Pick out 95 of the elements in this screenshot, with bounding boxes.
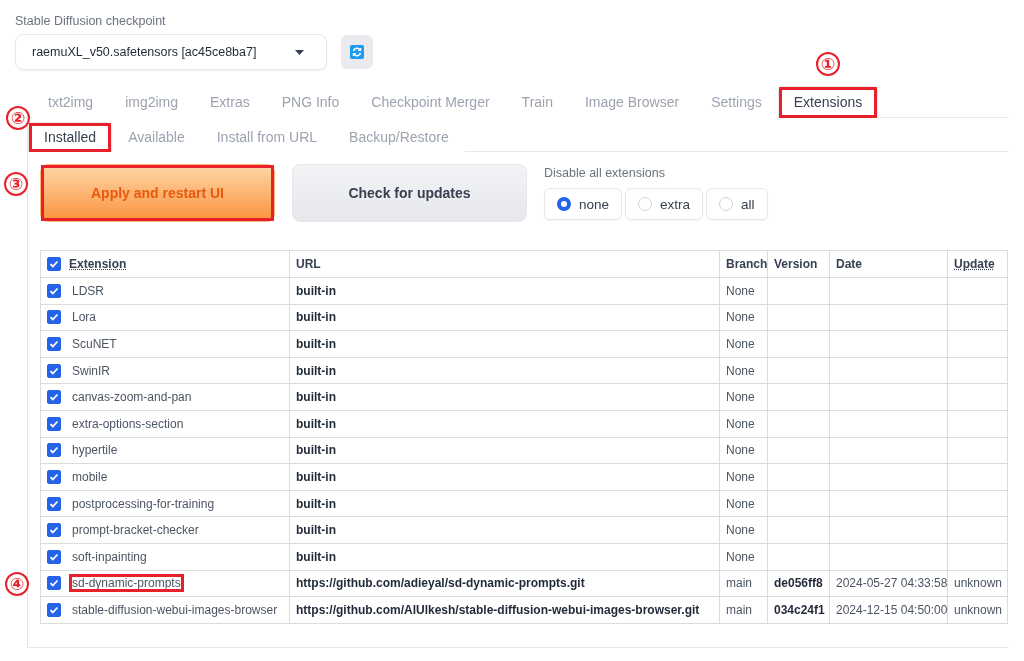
table-cell: main <box>726 602 752 617</box>
checkbox[interactable] <box>47 363 61 378</box>
table-cell: https://github.com/adieyal/sd-dynamic-prompts.git <box>296 576 585 591</box>
table-cell: None <box>726 416 755 431</box>
refresh-button[interactable] <box>341 35 373 69</box>
step-number: ② <box>6 106 30 130</box>
table-cell: 2024-05-27 04:33:58 <box>836 576 948 591</box>
checkbox[interactable] <box>47 257 61 271</box>
caret-icon <box>295 49 304 55</box>
check-icon <box>49 418 59 429</box>
check-updates-button[interactable]: Check for updates <box>292 164 527 222</box>
column-header: Branch <box>726 257 768 271</box>
table-cell: built-in <box>296 469 336 484</box>
radio-option[interactable]: all <box>706 188 768 220</box>
table-cell: None <box>726 390 755 405</box>
table-cell: built-in <box>296 283 336 298</box>
check-icon <box>49 471 59 482</box>
checkbox[interactable] <box>47 523 61 538</box>
checkbox[interactable] <box>47 283 61 298</box>
table-cell: unknown <box>954 576 1003 591</box>
check-icon <box>49 445 59 456</box>
checkbox[interactable] <box>47 416 61 431</box>
checkbox[interactable] <box>47 390 61 405</box>
column-header: URL <box>296 257 321 271</box>
check-icon <box>49 392 59 403</box>
table-cell: None <box>726 337 755 351</box>
table-cell: https://github.com/AlUlkesh/stable-diffusion-webui-images-browser.git <box>296 602 700 617</box>
table-cell: main <box>726 576 752 591</box>
table-cell-text: hypertile <box>71 442 119 460</box>
checkbox[interactable] <box>47 576 61 591</box>
table-cell: de056ff8 <box>774 576 823 591</box>
step-number: ④ <box>5 572 29 597</box>
table-cell: 2024-12-15 04:50:00 <box>836 602 948 617</box>
step-number: ③ <box>4 172 28 196</box>
check-icon <box>49 551 59 562</box>
radio-option[interactable]: none <box>544 188 623 220</box>
table-cell: None <box>726 469 755 484</box>
table-cell: None <box>726 310 755 325</box>
table-cell: built-in <box>296 549 336 564</box>
table-cell: unknown <box>954 602 1003 617</box>
apply-button[interactable]: Apply and restart UI <box>40 164 275 222</box>
table-cell-text: mobile <box>71 468 109 486</box>
table-cell-text: soft-inpainting <box>71 548 148 566</box>
table-cell-text: stable-diffusion-webui-images-browser <box>71 601 279 619</box>
table-cell: built-in <box>296 310 336 325</box>
table-cell-text: LDSR <box>71 282 105 300</box>
table-cell: 034c24f1 <box>774 602 825 617</box>
checkbox[interactable] <box>47 469 61 484</box>
checkbox[interactable] <box>47 310 61 325</box>
checkbox[interactable] <box>47 443 61 458</box>
column-header: Version <box>774 257 818 271</box>
check-icon <box>49 604 59 615</box>
table-cell-text: extra-options-section <box>71 415 185 433</box>
check-icon <box>49 525 59 536</box>
checkbox[interactable] <box>47 602 61 617</box>
check-icon <box>49 312 59 323</box>
check-icon <box>49 259 59 269</box>
table-cell: None <box>726 443 755 458</box>
table-cell: built-in <box>296 390 336 405</box>
checkbox[interactable] <box>47 496 61 511</box>
column-header: Date <box>836 257 862 271</box>
table-cell: None <box>726 363 755 378</box>
check-icon <box>49 498 59 509</box>
table-cell: built-in <box>296 337 336 351</box>
column-header[interactable]: Extension <box>69 257 127 271</box>
table-cell: None <box>726 523 755 538</box>
refresh-icon <box>350 45 364 59</box>
table-cell: None <box>726 496 755 511</box>
tab[interactable]: Installed <box>28 122 113 152</box>
table-cell-text: postprocessing-for-training <box>71 495 216 513</box>
table-cell-text: ScuNET <box>71 336 118 353</box>
table-cell: built-in <box>296 363 336 378</box>
checkbox[interactable] <box>47 337 61 351</box>
table-cell: sd-dynamic-prompts <box>69 574 184 593</box>
table-cell: built-in <box>296 443 336 458</box>
check-icon <box>49 365 59 376</box>
check-icon <box>49 285 59 296</box>
table-cell: None <box>726 283 755 298</box>
table-cell-text: prompt-bracket-checker <box>71 522 200 540</box>
field-label: Stable Diffusion checkpoint <box>15 14 167 28</box>
table-cell-text: SwinIR <box>71 362 111 380</box>
table-cell-text: Lora <box>71 309 98 327</box>
step-number: ① <box>815 52 840 76</box>
checkpoint-dropdown[interactable]: raemuXL_v50.safetensors [ac45ce8ba7] <box>15 34 327 70</box>
table-cell: built-in <box>296 496 336 511</box>
table-cell: built-in <box>296 523 336 538</box>
radio-option[interactable]: extra <box>625 188 704 220</box>
table-cell: None <box>726 549 755 564</box>
table-cell-text: canvas-zoom-and-pan <box>71 389 193 407</box>
check-icon <box>49 578 59 589</box>
check-icon <box>49 339 59 349</box>
tab[interactable]: Extensions <box>777 86 879 118</box>
radio-group-label: Disable all extensions <box>544 166 666 180</box>
checkbox[interactable] <box>47 549 61 564</box>
table-cell: built-in <box>296 416 336 431</box>
